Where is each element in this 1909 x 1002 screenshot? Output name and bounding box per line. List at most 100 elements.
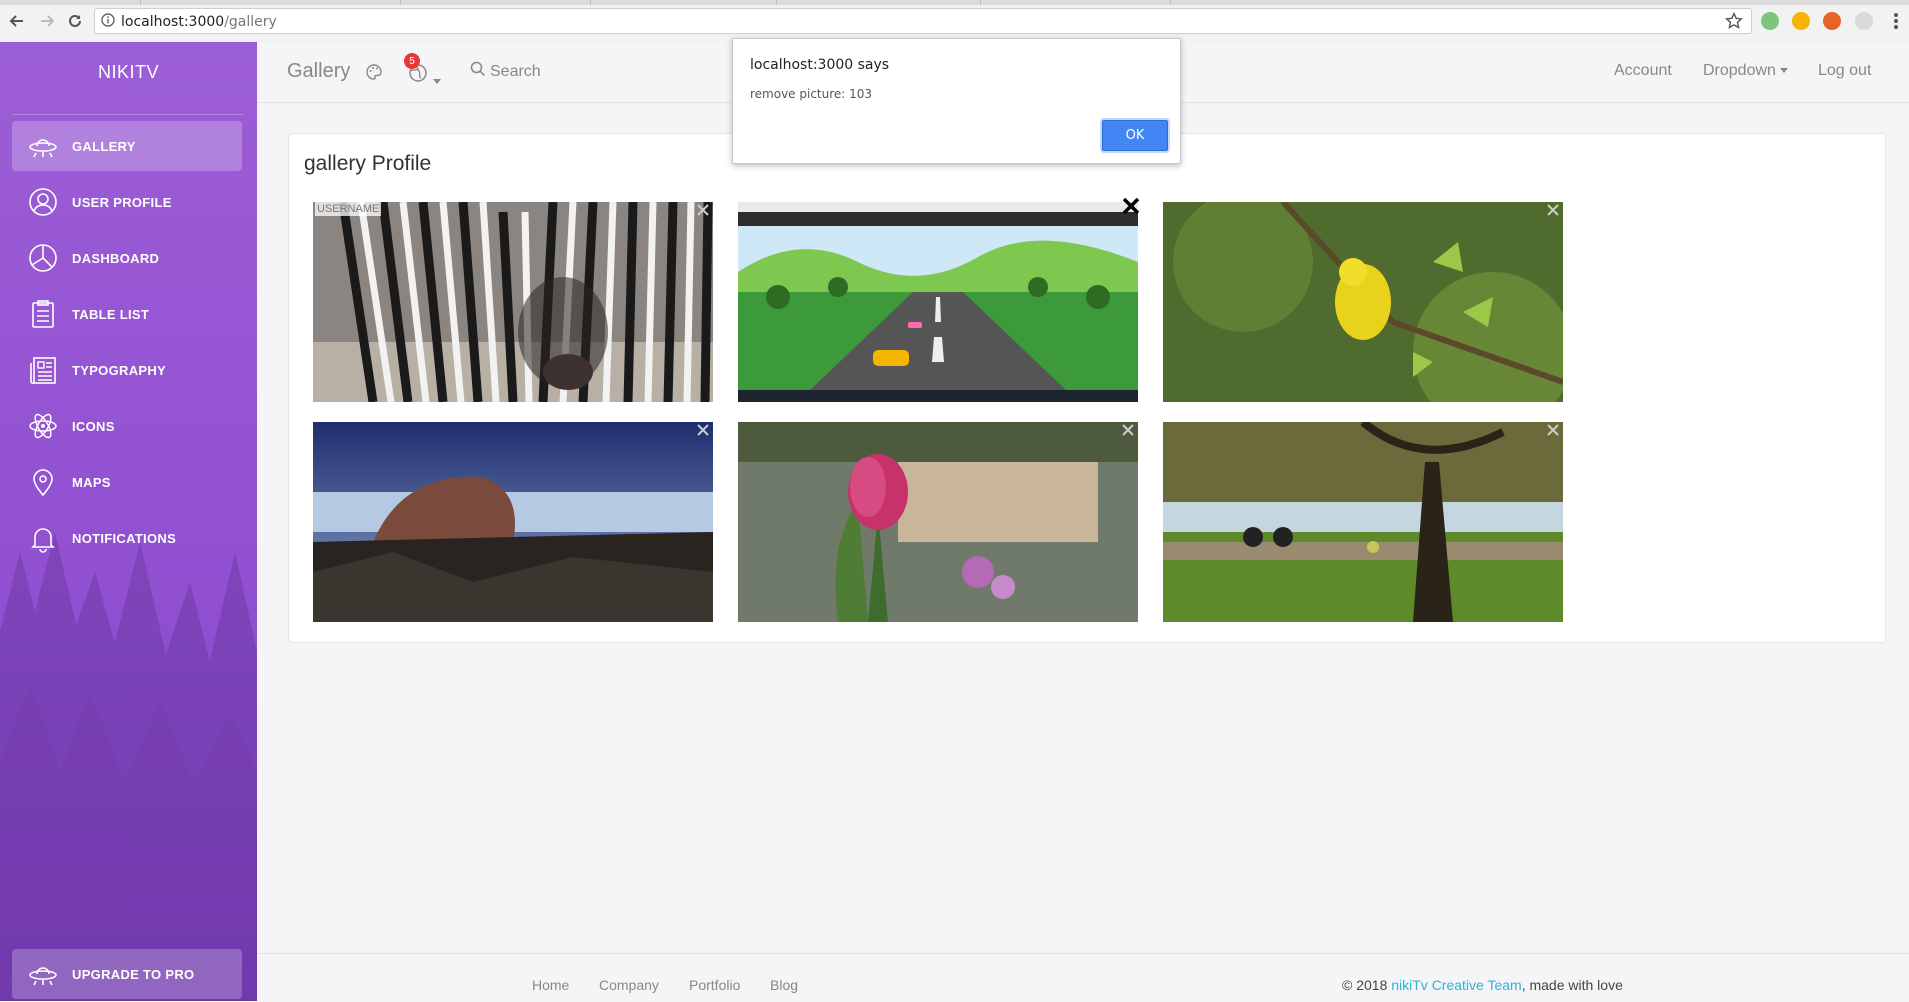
tab-separator xyxy=(980,0,981,5)
close-icon xyxy=(697,204,709,216)
gallery-card: gallery Profile USERNAME xyxy=(288,133,1886,643)
sidebar-item-label: TYPOGRAPHY xyxy=(72,362,167,378)
remove-image-button[interactable] xyxy=(1545,422,1561,438)
sidebar-item-label: ICONS xyxy=(72,418,115,434)
dialog-message: remove picture: 103 xyxy=(750,87,873,101)
sidebar: NIKITV GALLERY USER PROFILE DASHBOARD TA… xyxy=(0,42,257,1001)
dropdown-label: Dropdown xyxy=(1703,62,1776,79)
gallery-image-bird[interactable] xyxy=(1163,202,1563,402)
sidebar-item-icons[interactable]: ICONS xyxy=(12,401,242,451)
browser-toolbar: localhost:3000/gallery xyxy=(0,0,1909,43)
close-icon xyxy=(1122,197,1140,215)
gallery-image-park[interactable] xyxy=(1163,422,1563,622)
tulip-image xyxy=(738,422,1138,622)
forward-button[interactable] xyxy=(36,10,58,32)
remove-image-button[interactable] xyxy=(695,422,711,438)
search-icon xyxy=(470,61,486,82)
footer-link-company[interactable]: Company xyxy=(599,977,659,993)
close-icon xyxy=(697,424,709,436)
dialog-title: localhost:3000 says xyxy=(750,57,890,73)
arrow-left-icon xyxy=(9,15,23,27)
gallery-image-game[interactable] xyxy=(738,202,1138,402)
extension-gray-icon[interactable] xyxy=(1855,12,1873,30)
remove-image-button-hover[interactable] xyxy=(1122,197,1140,215)
arrow-right-icon xyxy=(41,15,55,27)
sidebar-item-label: GALLERY xyxy=(72,138,136,154)
remove-image-button[interactable] xyxy=(695,202,711,218)
logout-link[interactable]: Log out xyxy=(1818,62,1871,80)
back-button[interactable] xyxy=(6,10,28,32)
search-input[interactable] xyxy=(490,62,590,81)
tab-strip xyxy=(0,0,1909,5)
remove-image-button[interactable] xyxy=(1120,422,1136,438)
rocks-image xyxy=(313,422,713,622)
card-title: gallery Profile xyxy=(304,152,432,175)
tab-separator xyxy=(400,0,401,5)
browser-menu-icon[interactable] xyxy=(1893,12,1899,35)
url-path: /gallery xyxy=(224,14,277,30)
forest-background xyxy=(0,532,257,1001)
ufo-icon xyxy=(26,957,60,991)
close-icon xyxy=(1547,424,1559,436)
account-link[interactable]: Account xyxy=(1614,62,1672,80)
sidebar-item-maps[interactable]: MAPS xyxy=(12,457,242,507)
sidebar-item-table-list[interactable]: TABLE LIST xyxy=(12,289,242,339)
sidebar-item-label: DASHBOARD xyxy=(72,250,160,266)
remove-image-button[interactable] xyxy=(1545,202,1561,218)
footer-link-blog[interactable]: Blog xyxy=(770,977,798,993)
sidebar-item-label: TABLE LIST xyxy=(72,306,150,322)
close-icon xyxy=(1547,204,1559,216)
bookmark-star-icon[interactable] xyxy=(1724,11,1744,35)
palette-icon[interactable] xyxy=(365,63,383,86)
news-icon xyxy=(26,353,60,387)
ufo-icon xyxy=(26,129,60,163)
footer: Home Company Portfolio Blog © 2018 nikiT… xyxy=(257,953,1909,1002)
sidebar-item-dashboard[interactable]: DASHBOARD xyxy=(12,233,242,283)
map-pin-icon xyxy=(26,465,60,499)
footer-link-home[interactable]: Home xyxy=(532,977,569,993)
sidebar-item-gallery[interactable]: GALLERY xyxy=(12,121,242,171)
reload-button[interactable] xyxy=(64,10,86,32)
park-image xyxy=(1163,422,1563,622)
info-icon[interactable] xyxy=(101,13,115,32)
game-screenshot-image xyxy=(738,202,1138,402)
extension-close-icon[interactable] xyxy=(1823,12,1841,30)
tab-separator xyxy=(776,0,777,5)
dropdown-menu-toggle[interactable]: Dropdown xyxy=(1703,62,1789,80)
chevron-down-icon[interactable] xyxy=(433,71,441,89)
pie-chart-icon xyxy=(26,241,60,275)
tab-separator xyxy=(140,0,141,5)
footer-link-portfolio[interactable]: Portfolio xyxy=(689,977,740,993)
upgrade-to-pro-button[interactable]: UPGRADE TO PRO xyxy=(12,949,242,999)
address-bar[interactable]: localhost:3000/gallery xyxy=(94,8,1752,34)
extension-moon-icon[interactable] xyxy=(1792,12,1810,30)
clipboard-icon xyxy=(26,297,60,331)
zebra-image xyxy=(313,202,713,402)
url-text: localhost:3000/gallery xyxy=(121,14,277,30)
gallery-image-rocks[interactable] xyxy=(313,422,713,622)
brand-logo-text[interactable]: NIKITV xyxy=(0,42,257,102)
gallery-image-tulip[interactable] xyxy=(738,422,1138,622)
sidebar-item-label: MAPS xyxy=(72,474,111,490)
sidebar-item-label: USER PROFILE xyxy=(72,194,172,210)
bird-image xyxy=(1163,202,1563,402)
ok-button[interactable]: OK xyxy=(1102,120,1168,151)
atom-icon xyxy=(26,409,60,443)
tab-separator xyxy=(1170,0,1171,5)
footer-copyright: © 2018 nikiTv Creative Team, made with l… xyxy=(1342,977,1623,993)
sidebar-item-notifications[interactable]: NOTIFICATIONS xyxy=(12,513,242,563)
sidebar-nav: GALLERY USER PROFILE DASHBOARD TABLE LIS… xyxy=(12,121,242,569)
extension-icon[interactable] xyxy=(1761,12,1779,30)
gallery-image-zebra[interactable]: USERNAME xyxy=(313,202,713,402)
page-title[interactable]: Gallery xyxy=(287,60,350,83)
close-icon xyxy=(1122,424,1134,436)
reload-icon xyxy=(69,14,81,27)
sidebar-item-user-profile[interactable]: USER PROFILE xyxy=(12,177,242,227)
url-host: localhost:3000 xyxy=(121,14,225,30)
sidebar-item-typography[interactable]: TYPOGRAPHY xyxy=(12,345,242,395)
copyright-suffix: , made with love xyxy=(1521,977,1623,993)
search-box xyxy=(470,61,590,82)
alert-dialog: localhost:3000 says remove picture: 103 … xyxy=(732,38,1181,164)
copyright-prefix: © 2018 xyxy=(1342,977,1392,993)
team-link[interactable]: nikiTv Creative Team xyxy=(1391,977,1521,993)
